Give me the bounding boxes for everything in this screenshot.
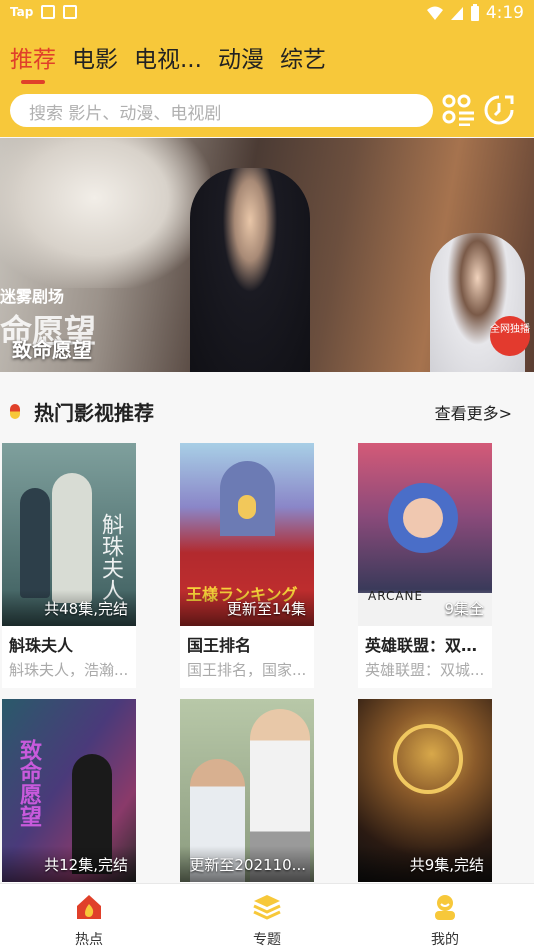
nav-hot[interactable]: 热点 bbox=[44, 892, 134, 949]
episode-status: 共9集,完结 bbox=[409, 856, 484, 874]
media-title: 英雄联盟：双城... bbox=[365, 636, 489, 655]
media-description: 国王排名，国家... bbox=[187, 661, 307, 679]
poster-image: 斛珠夫人 共48集,完结 bbox=[2, 443, 136, 626]
tab-variety[interactable]: 综艺 bbox=[280, 44, 326, 80]
nav-topics-label: 专题 bbox=[253, 932, 281, 948]
episode-status: 9集全 bbox=[444, 600, 484, 618]
tab-tv[interactable]: 电视... bbox=[134, 44, 202, 80]
episode-status: 共48集,完结 bbox=[44, 600, 128, 618]
media-title: 国王排名 bbox=[187, 636, 252, 655]
exclusive-badge: 全网独播 bbox=[490, 316, 530, 356]
user-icon bbox=[435, 895, 455, 920]
category-list-icon[interactable] bbox=[442, 94, 476, 126]
nav-mine[interactable]: 我的 bbox=[400, 892, 490, 949]
home-fire-icon bbox=[77, 895, 101, 919]
poster-image: 致命愿望 共12集,完结 bbox=[2, 699, 136, 882]
nav-hot-label: 热点 bbox=[75, 932, 103, 948]
tab-movie[interactable]: 电影 bbox=[72, 44, 118, 80]
banner-poster-subtitle: 迷雾剧场 bbox=[0, 287, 65, 306]
nav-topics[interactable]: 专题 bbox=[222, 892, 312, 949]
nav-mine-label: 我的 bbox=[431, 932, 459, 948]
poster-art-text: 致命愿望 bbox=[16, 739, 41, 827]
episode-status: 更新至14集 bbox=[226, 600, 306, 618]
clock: 4:19 bbox=[485, 3, 524, 23]
poster-art-text: ARCANE bbox=[368, 589, 424, 603]
layers-icon bbox=[253, 895, 281, 920]
wifi-icon bbox=[426, 6, 443, 20]
banner-actor-image bbox=[190, 168, 310, 372]
section-dot-icon bbox=[10, 404, 20, 419]
episode-status: 更新至202110... bbox=[189, 856, 306, 874]
featured-banner[interactable]: 迷雾剧场 命愿望 全网独播 致命愿望 bbox=[0, 138, 534, 372]
tab-recommend[interactable]: 推荐 bbox=[10, 44, 56, 84]
poster-art-text: 斛珠夫人 bbox=[98, 513, 123, 601]
media-card[interactable]: 更新至202110... bbox=[180, 699, 314, 883]
search-placeholder: 搜索 影片、动漫、电视剧 bbox=[29, 104, 222, 124]
media-card[interactable]: 共9集,完结 bbox=[358, 699, 492, 883]
media-card[interactable]: 致命愿望 共12集,完结 bbox=[2, 699, 136, 883]
episode-status: 共12集,完结 bbox=[44, 856, 128, 874]
media-card[interactable]: ARCANE 9集全 英雄联盟：双城... 英雄联盟：双城... bbox=[358, 443, 492, 688]
signal-icon bbox=[450, 7, 463, 20]
section-title: 热门影视推荐 bbox=[34, 401, 154, 425]
poster-image: 更新至202110... bbox=[180, 699, 314, 882]
category-tabs: 推荐 电影 电视... 动漫 综艺 bbox=[10, 44, 342, 84]
download-notification-icon bbox=[63, 5, 78, 19]
tab-anime[interactable]: 动漫 bbox=[218, 44, 264, 80]
search-input[interactable]: 搜索 影片、动漫、电视剧 bbox=[10, 94, 433, 127]
see-more-link[interactable]: 查看更多> bbox=[435, 400, 512, 424]
poster-image: 王様ランキング 更新至14集 bbox=[180, 443, 314, 626]
banner-title: 致命愿望 bbox=[12, 338, 92, 362]
battery-icon bbox=[470, 4, 479, 21]
poster-image: 共9集,完结 bbox=[358, 699, 492, 882]
history-icon[interactable] bbox=[482, 94, 516, 126]
status-bar: Tap 4:19 bbox=[0, 0, 534, 30]
media-card[interactable]: 斛珠夫人 共48集,完结 斛珠夫人 斛珠夫人，浩瀚... bbox=[2, 443, 136, 688]
hot-section-header: 热门影视推荐 查看更多> bbox=[0, 388, 534, 432]
bottom-nav: 热点 专题 我的 bbox=[0, 883, 534, 950]
notification-icon bbox=[41, 5, 56, 19]
media-description: 斛珠夫人，浩瀚... bbox=[9, 661, 129, 679]
media-description: 英雄联盟：双城... bbox=[365, 661, 485, 679]
status-app-label: Tap bbox=[10, 5, 34, 19]
banner-horse-image bbox=[0, 138, 210, 288]
media-title: 斛珠夫人 bbox=[9, 636, 74, 655]
media-card[interactable]: 王様ランキング 更新至14集 国王排名 国王排名，国家... bbox=[180, 443, 314, 688]
poster-image: ARCANE 9集全 bbox=[358, 443, 492, 626]
